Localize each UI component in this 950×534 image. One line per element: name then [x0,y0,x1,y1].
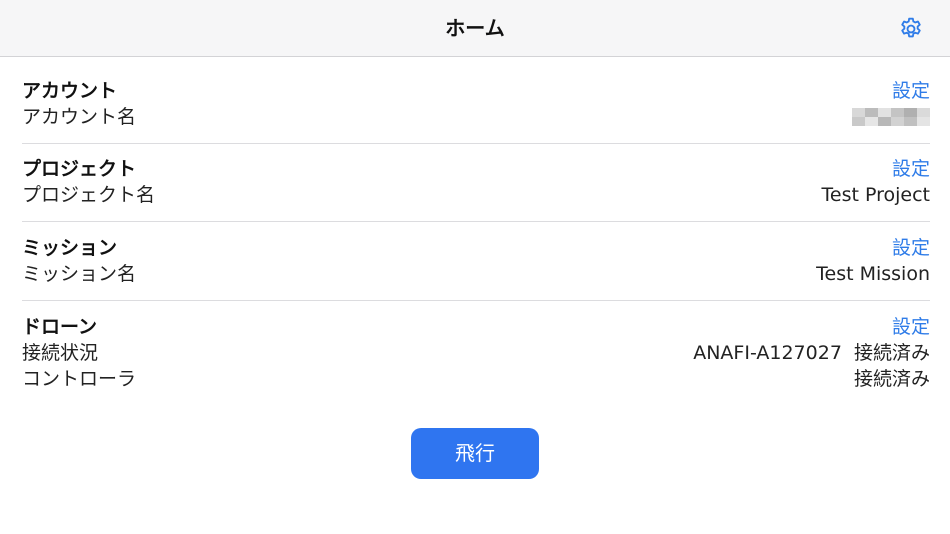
account-name-redacted [852,108,930,126]
page-title: ホーム [445,16,505,40]
account-settings-link[interactable]: 設定 [892,78,930,104]
project-settings-link[interactable]: 設定 [892,156,930,182]
account-name-label: アカウント名 [22,106,137,128]
connection-status-value: ANAFI-A127027 接続済み [693,342,930,364]
project-name-label: プロジェクト名 [22,184,156,206]
divider [22,300,930,301]
controller-label: コントローラ [22,368,137,390]
drone-title: ドローン [22,316,98,338]
divider [22,221,930,222]
controller-status-value: 接続済み [853,368,930,390]
drone-section: ドローン 設定 接続状況 ANAFI-A127027 接続済み コントローラ 接… [22,314,930,392]
settings-button[interactable] [898,16,924,42]
navigation-bar: ホーム [0,0,950,57]
mission-name-value: Test Mission [816,263,930,285]
mission-settings-link[interactable]: 設定 [892,235,930,261]
account-section: アカウント 設定 アカウント名 [22,78,930,130]
project-name-value: Test Project [821,184,930,206]
mission-title: ミッション [22,237,118,259]
mission-name-label: ミッション名 [22,263,137,285]
fly-button[interactable]: 飛行 [411,428,539,479]
connection-status-label: 接続状況 [22,342,99,364]
drone-settings-link[interactable]: 設定 [892,314,930,340]
project-title: プロジェクト [22,158,137,180]
mission-section: ミッション 設定 ミッション名 Test Mission [22,235,930,287]
divider [22,143,930,144]
project-section: プロジェクト 設定 プロジェクト名 Test Project [22,156,930,208]
gear-icon [901,17,921,38]
account-title: アカウント [22,80,118,102]
